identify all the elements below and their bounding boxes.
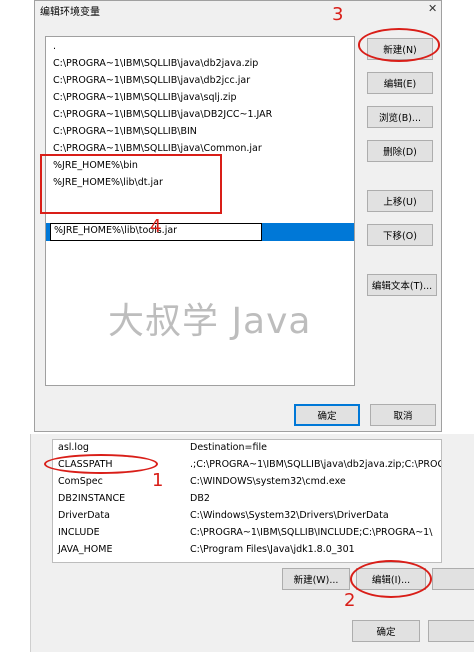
cancel-button[interactable]: 取消 [370,404,436,426]
highlight-new-entries [40,154,222,214]
annotation-2: 2 [344,590,356,611]
table-row[interactable]: DB2INSTANCE DB2 [53,491,441,508]
dialog-title: 编辑环境变量 [40,7,100,18]
ok-button[interactable]: 确定 [294,404,360,426]
highlight-new-button [358,28,440,62]
annotation-4: 4 [150,216,162,237]
list-item[interactable]: C:\PROGRA~1\IBM\SQLLIB\java\sqlj.zip [53,92,237,103]
close-icon[interactable]: ✕ [428,2,437,15]
list-item[interactable]: C:\PROGRA~1\IBM\SQLLIB\java\db2java.zip [53,58,258,69]
edit-button[interactable]: 编辑(E) [367,72,433,94]
env-new-button[interactable]: 新建(W)... [282,568,350,590]
browse-button[interactable]: 浏览(B)... [367,106,433,128]
env-ok-button[interactable]: 确定 [352,620,420,642]
table-row[interactable]: JAVA_HOME C:\Program Files\Java\jdk1.8.0_… [53,542,441,559]
list-item[interactable]: C:\PROGRA~1\IBM\SQLLIB\java\Common.jar [53,143,262,154]
list-item[interactable]: C:\PROGRA~1\IBM\SQLLIB\BIN [53,126,197,137]
annotation-3: 3 [332,4,344,25]
env-cancel-button[interactable] [428,620,474,642]
move-up-button[interactable]: 上移(U) [367,190,433,212]
edit-text-button[interactable]: 编辑文本(T)... [367,274,437,296]
watermark: 大叔学 Java [108,301,312,342]
annotation-1: 1 [152,470,164,491]
list-item[interactable]: . [53,41,56,52]
table-row[interactable]: DriverData C:\Windows\System32\Drivers\Dr… [53,508,441,525]
env-delete-button[interactable] [432,568,474,590]
list-item[interactable]: C:\PROGRA~1\IBM\SQLLIB\java\db2jcc.jar [53,75,250,86]
delete-button[interactable]: 删除(D) [367,140,433,162]
move-down-button[interactable]: 下移(O) [367,224,433,246]
table-row[interactable]: INCLUDE C:\PROGRA~1\IBM\SQLLIB\INCLUDE;C:… [53,525,441,542]
highlight-classpath-row [44,454,158,474]
table-row[interactable]: ComSpec C:\WINDOWS\system32\cmd.exe [53,474,441,491]
list-item[interactable]: C:\PROGRA~1\IBM\SQLLIB\java\DB2JCC~1.JAR [53,109,272,120]
highlight-env-edit-button [350,560,432,598]
